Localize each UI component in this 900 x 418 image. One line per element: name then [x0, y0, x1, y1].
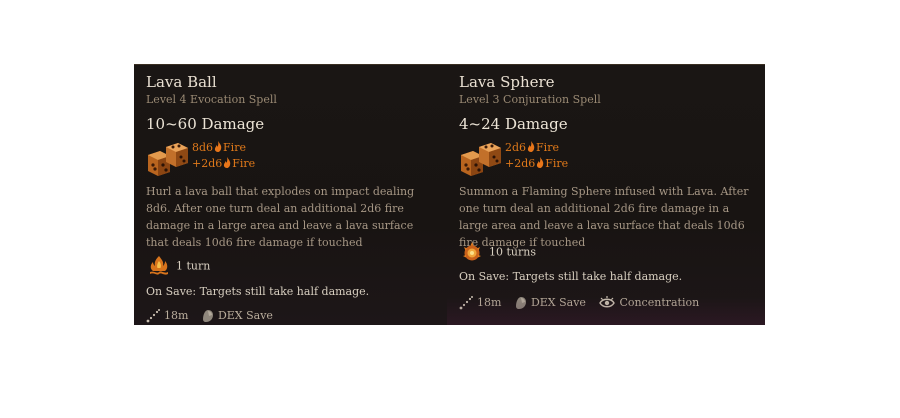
fire-icon [537, 157, 544, 168]
spell-comparison-panel: Lava Ball Level 4 Evocation Spell 10~60 … [134, 64, 765, 325]
save-stat: DEX Save [202, 309, 273, 323]
dex-save-icon [202, 310, 213, 322]
flaming-sphere-icon [463, 242, 481, 261]
duration-row: 10 turns [461, 241, 536, 263]
damage-range: 4~24 Damage [459, 115, 568, 133]
damage-range: 10~60 Damage [146, 115, 265, 133]
fire-surface-icon [150, 256, 168, 275]
spell-footer: 18m DEX Save Concentration [459, 296, 709, 310]
range-stat: 18m [459, 296, 501, 310]
range-icon [146, 309, 160, 323]
on-save-text: On Save: Targets still take half damage. [459, 270, 683, 283]
spell-description: Hurl a lava ball that explodes on impact… [146, 185, 415, 249]
spell-footer: 18m DEX Save [146, 309, 283, 323]
damage-dice-line: +2d6 Fire [505, 157, 569, 170]
damage-dice-line: +2d6 Fire [192, 157, 256, 170]
concentration-icon [599, 296, 616, 308]
on-save-text: On Save: Targets still take half damage. [146, 285, 370, 298]
spell-title: Lava Ball [146, 73, 217, 91]
concentration-stat: Concentration [599, 296, 699, 310]
dice-icon [461, 143, 501, 176]
damage-dice-line: 2d6 Fire [505, 141, 559, 154]
save-stat: DEX Save [515, 296, 586, 310]
spell-level: Level 3 Conjuration Spell [459, 93, 601, 106]
duration-row: 1 turn [148, 255, 210, 277]
dice-icon [148, 143, 188, 176]
damage-dice-list: 2d6 Fire +2d6 Fire [505, 140, 568, 172]
duration-text: 10 turns [489, 245, 536, 259]
duration-text: 1 turn [176, 259, 211, 273]
fire-icon [224, 157, 231, 168]
dex-save-icon [515, 297, 526, 309]
damage-dice-line: 8d6 Fire [192, 141, 246, 154]
spell-level: Level 4 Evocation Spell [146, 93, 277, 106]
damage-dice-list: 8d6 Fire +2d6 Fire [192, 140, 255, 172]
spell-title: Lava Sphere [459, 73, 555, 91]
range-icon [459, 296, 473, 310]
range-stat: 18m [146, 309, 188, 323]
spell-card-lava-sphere: Lava Sphere Level 3 Conjuration Spell 4~… [447, 65, 765, 325]
spell-card-lava-ball: Lava Ball Level 4 Evocation Spell 10~60 … [134, 65, 446, 325]
fire-icon [527, 141, 535, 152]
fire-icon [214, 141, 222, 152]
